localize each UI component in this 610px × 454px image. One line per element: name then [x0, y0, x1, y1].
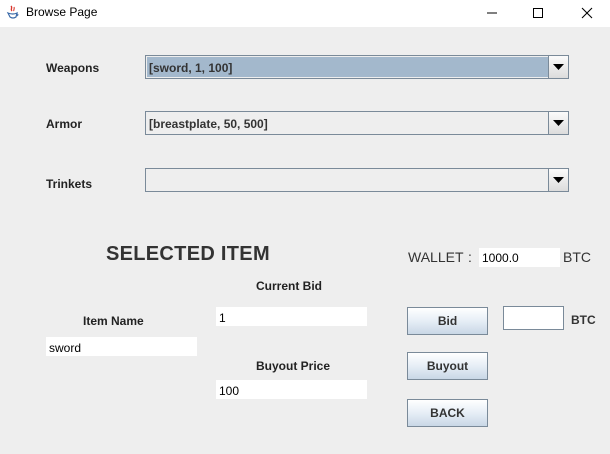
armor-selected-value: [breastplate, 50, 500] — [149, 117, 268, 131]
item-name-field: sword — [46, 337, 197, 356]
maximize-button[interactable] — [515, 0, 561, 27]
minimize-button[interactable] — [469, 0, 515, 27]
bid-unit-label: BTC — [571, 313, 596, 327]
bid-button[interactable]: Bid — [407, 307, 488, 335]
buyout-button[interactable]: Buyout — [407, 352, 488, 380]
selected-item-heading: SELECTED ITEM — [106, 243, 270, 265]
wallet-unit: BTC — [563, 249, 591, 265]
trinkets-dropdown-button[interactable] — [548, 169, 568, 191]
close-icon — [581, 7, 593, 19]
armor-label: Armor — [46, 117, 83, 131]
weapons-selected-value: [sword, 1, 100] — [149, 61, 233, 75]
title-bar: Browse Page — [0, 0, 610, 27]
wallet-label: WALLET — [408, 249, 464, 265]
armor-combobox[interactable]: [breastplate, 50, 500] — [145, 111, 569, 135]
buyout-price-label: Buyout Price — [256, 359, 331, 373]
weapons-label: Weapons — [46, 61, 100, 75]
trinkets-combobox[interactable] — [145, 168, 569, 192]
back-button[interactable]: BACK — [407, 399, 488, 427]
java-app-icon — [6, 5, 20, 20]
weapons-dropdown-button[interactable] — [548, 56, 568, 78]
close-button[interactable] — [564, 0, 610, 27]
chevron-down-icon — [553, 177, 564, 183]
current-bid-field: 1 — [216, 307, 367, 326]
trinkets-label: Trinkets — [46, 177, 93, 191]
chevron-down-icon — [553, 120, 564, 126]
chevron-down-icon — [553, 64, 564, 70]
current-bid-label: Current Bid — [256, 279, 322, 293]
item-name-label: Item Name — [83, 314, 144, 328]
bid-amount-input[interactable] — [503, 306, 564, 330]
maximize-icon — [533, 8, 543, 18]
weapons-combobox[interactable]: [sword, 1, 100] — [145, 55, 569, 79]
armor-dropdown-button[interactable] — [548, 112, 568, 134]
window-title: Browse Page — [26, 5, 98, 19]
buyout-price-field: 100 — [216, 380, 367, 399]
wallet-balance: 1000.0 — [479, 248, 560, 267]
minimize-icon — [487, 12, 497, 14]
wallet-colon: : — [468, 249, 472, 265]
